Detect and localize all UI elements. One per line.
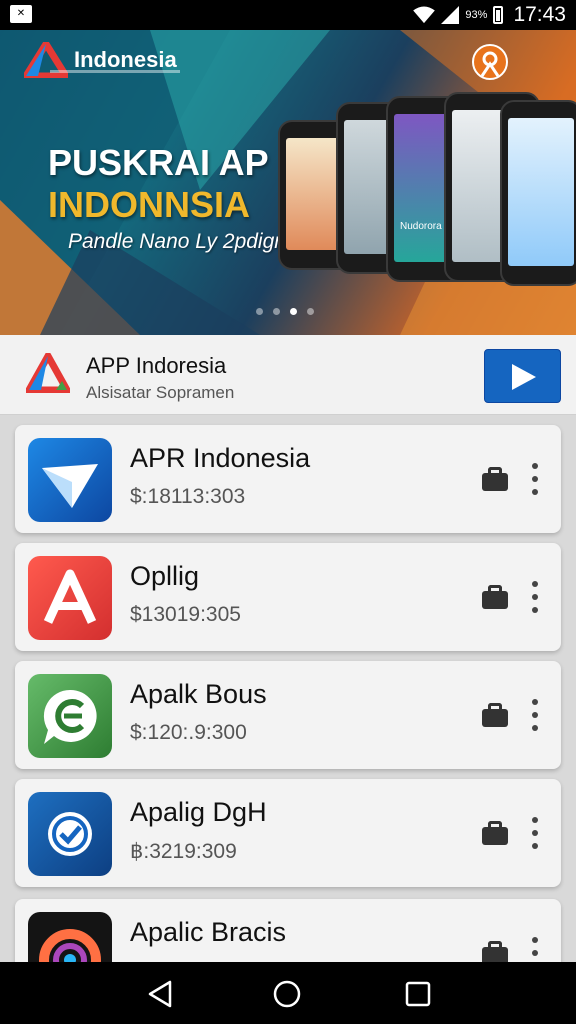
play-button[interactable] [484,349,561,403]
app-meta: $13019:305 [130,603,241,626]
headline-line-1: PUSKRAI AP [48,142,269,183]
lock-icon [482,703,508,727]
app-logo-icon [26,353,70,393]
lock-icon [482,821,508,845]
status-bar: ✕ 93% 17:43 [0,0,576,30]
list-item[interactable]: APR Indonesia $:18113:303 [15,425,561,533]
recents-icon[interactable] [403,979,433,1009]
check-circle-icon [28,792,112,876]
colorful-ring-icon [28,912,112,962]
lock-icon [482,585,508,609]
promo-banner[interactable]: Indonesia PUSKRAI AP INDONNSIA Pandle Na… [0,30,576,335]
app-meta: $:120:.9:300 [130,721,247,744]
battery-icon [493,6,504,24]
app-name: Opllig [130,561,200,591]
navigation-bar [0,962,576,1024]
carousel-dot[interactable] [273,308,280,315]
play-icon [512,364,536,390]
app-title: APP Indoresia [86,353,227,378]
home-icon[interactable] [272,979,302,1009]
more-options-icon[interactable] [530,937,540,962]
phone-mockup [500,100,576,286]
paper-plane-icon [28,438,112,522]
app-name: Apalig DgH [130,797,267,827]
lock-icon [482,467,508,491]
more-options-icon[interactable] [530,463,540,495]
carousel-dot[interactable] [256,308,263,315]
more-options-icon[interactable] [530,699,540,731]
badge-icon[interactable] [472,44,508,80]
app-name: Apalk Bous [130,679,267,709]
carousel-indicator[interactable] [256,308,314,315]
clock: 17:43 [513,3,566,26]
list-item[interactable]: Apalk Bous $:120:.9:300 [15,661,561,769]
carousel-dot-active[interactable] [290,308,297,315]
phone-mockups: Nudorora [278,92,576,292]
brand-subtitle [50,70,180,73]
app-name: Apalic Bracis [130,917,287,947]
carousel-dot[interactable] [307,308,314,315]
status-indicators: 93% 17:43 [413,0,566,30]
list-item[interactable]: Apalig DgH ฿:3219:309 [15,779,561,887]
list-item[interactable]: Opllig $13019:305 [15,543,561,651]
phone-label: Nudorora [400,221,442,232]
battery-percent: 93% [465,9,488,21]
app-list[interactable]: APR Indonesia $:18113:303 Opllig $13019:… [0,415,576,962]
banner-tagline: Pandle Nano Ly 2pdign [68,230,286,253]
chat-e-icon [28,674,112,758]
headline-line-2: INDONNSIA [48,184,251,225]
app-meta: ฿:3219:309 [130,840,237,863]
app-subtitle: Alsisatar Sopramen [86,383,235,402]
back-icon[interactable] [146,979,176,1009]
wifi-icon [413,6,436,24]
app-header: APP Indoresia Alsisatar Sopramen [0,335,576,415]
lock-icon [482,941,508,962]
app-meta: $:18113:303 [130,485,246,508]
signal-icon [441,6,460,24]
letter-a-icon [28,556,112,640]
notification-icon: ✕ [10,5,32,23]
more-options-icon[interactable] [530,581,540,613]
app-name: APR Indonesia [130,443,311,473]
list-item[interactable]: Apalic Bracis [15,899,561,962]
more-options-icon[interactable] [530,817,540,849]
banner-headline: PUSKRAI AP INDONNSIA [48,142,269,226]
